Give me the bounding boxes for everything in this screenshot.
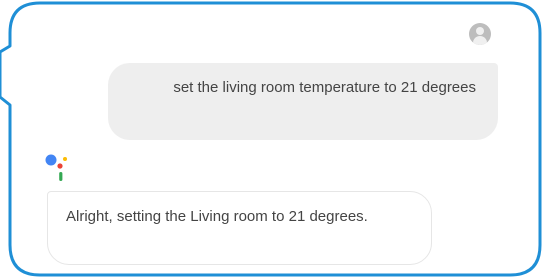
- chat-screen: set the living room temperature to 21 de…: [0, 0, 547, 280]
- assistant-reply-bubble: Alright, setting the Living room to 21 d…: [47, 191, 432, 265]
- user-message-bubble: set the living room temperature to 21 de…: [108, 63, 498, 140]
- avatar-body: [473, 36, 487, 45]
- assistant-reply-text: Alright, setting the Living room to 21 d…: [66, 208, 368, 225]
- user-message-text: set the living room temperature to 21 de…: [173, 79, 476, 96]
- avatar-head: [476, 27, 484, 35]
- google-assistant-icon: [45, 154, 67, 181]
- user-avatar-icon: [469, 23, 491, 45]
